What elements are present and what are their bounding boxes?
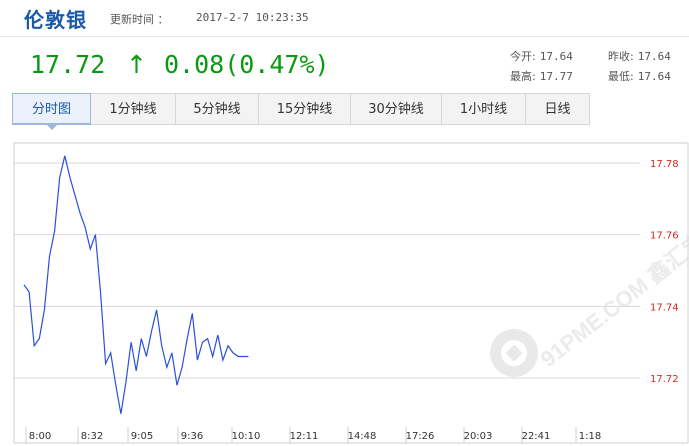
y-tick-label: 17.78 [650, 159, 679, 170]
x-axis-labels: 8:00 8:32 9:05 9:36 10:10 12:11 14:48 17:26 20:0… [25, 427, 601, 443]
x-tick-label: 8:00 [29, 431, 51, 442]
watermark-text: 91PME.COM 鑫汇宝贵金属 [536, 187, 689, 372]
y-tick-label: 17.74 [650, 302, 679, 313]
x-tick-label: 22:41 [522, 431, 551, 442]
chart-frame [13, 142, 689, 444]
x-tick-label: 12:11 [290, 431, 319, 442]
watermark-logo: 91PME.COM 鑫汇宝贵金属 [490, 187, 689, 377]
x-tick-label: 9:36 [181, 431, 203, 442]
x-tick-label: 14:48 [348, 431, 377, 442]
price-line [23, 155, 249, 414]
intraday-chart: 91PME.COM 鑫汇宝贵金属 17.78 17.76 17.74 17.72 8:… [13, 142, 689, 444]
x-tick-label: 20:03 [464, 431, 493, 442]
x-tick-label: 8:32 [81, 431, 103, 442]
x-tick-label: 10:10 [232, 431, 261, 442]
x-tick-label: 9:05 [131, 431, 153, 442]
y-tick-label: 17.76 [650, 231, 679, 242]
x-tick-label: 17:26 [406, 431, 435, 442]
x-tick-label: 1:18 [579, 431, 601, 442]
y-tick-label: 17.72 [650, 374, 679, 385]
